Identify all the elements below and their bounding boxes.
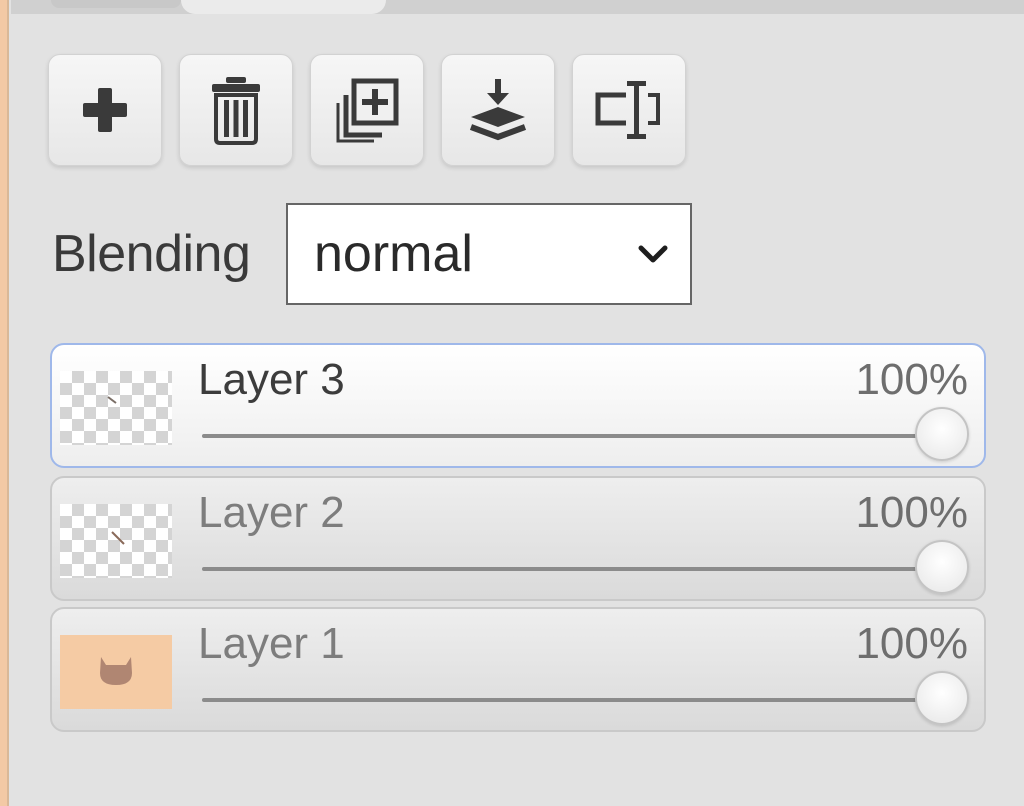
blending-mode-select[interactable]: normal (286, 203, 692, 305)
layer-row-2[interactable]: Layer 2 100% (50, 476, 986, 601)
layer-toolbar (48, 54, 686, 166)
layer-thumbnail (60, 371, 172, 445)
layer-name: Layer 2 (198, 488, 345, 537)
opacity-slider-handle[interactable] (915, 540, 969, 594)
opacity-slider-handle[interactable] (915, 407, 969, 461)
layer-name: Layer 3 (198, 355, 345, 404)
plus-icon (83, 88, 127, 132)
panel-tab-inactive[interactable] (51, 0, 181, 8)
layer-opacity-value: 100% (855, 355, 968, 404)
duplicate-icon (336, 78, 399, 143)
opacity-slider-track[interactable] (202, 698, 942, 702)
blending-mode-value: normal (314, 225, 473, 283)
panel-tab-active[interactable] (181, 0, 386, 14)
merge-down-button[interactable] (441, 54, 555, 166)
canvas-edge (0, 0, 9, 806)
rename-icon (595, 81, 660, 139)
add-layer-button[interactable] (48, 54, 162, 166)
layer-opacity-value: 100% (855, 488, 968, 537)
panel-tab-strip (11, 0, 1024, 14)
layer-thumbnail (60, 635, 172, 709)
layer-name: Layer 1 (198, 619, 345, 668)
opacity-slider-track[interactable] (202, 434, 942, 438)
merge-down-icon (469, 79, 527, 141)
layer-opacity-value: 100% (855, 619, 968, 668)
chevron-down-icon (638, 245, 668, 263)
cat-head-icon (100, 657, 132, 685)
blending-row: Blending normal (52, 203, 692, 305)
layer-row-1[interactable]: Layer 1 100% (50, 607, 986, 732)
opacity-slider-handle[interactable] (915, 671, 969, 725)
opacity-slider-track[interactable] (202, 567, 942, 571)
rename-layer-button[interactable] (572, 54, 686, 166)
layer-thumbnail (60, 504, 172, 578)
blending-label: Blending (52, 225, 251, 283)
layer-row-3[interactable]: Layer 3 100% (50, 343, 986, 468)
delete-layer-button[interactable] (179, 54, 293, 166)
duplicate-layer-button[interactable] (310, 54, 424, 166)
trash-icon (212, 77, 260, 145)
